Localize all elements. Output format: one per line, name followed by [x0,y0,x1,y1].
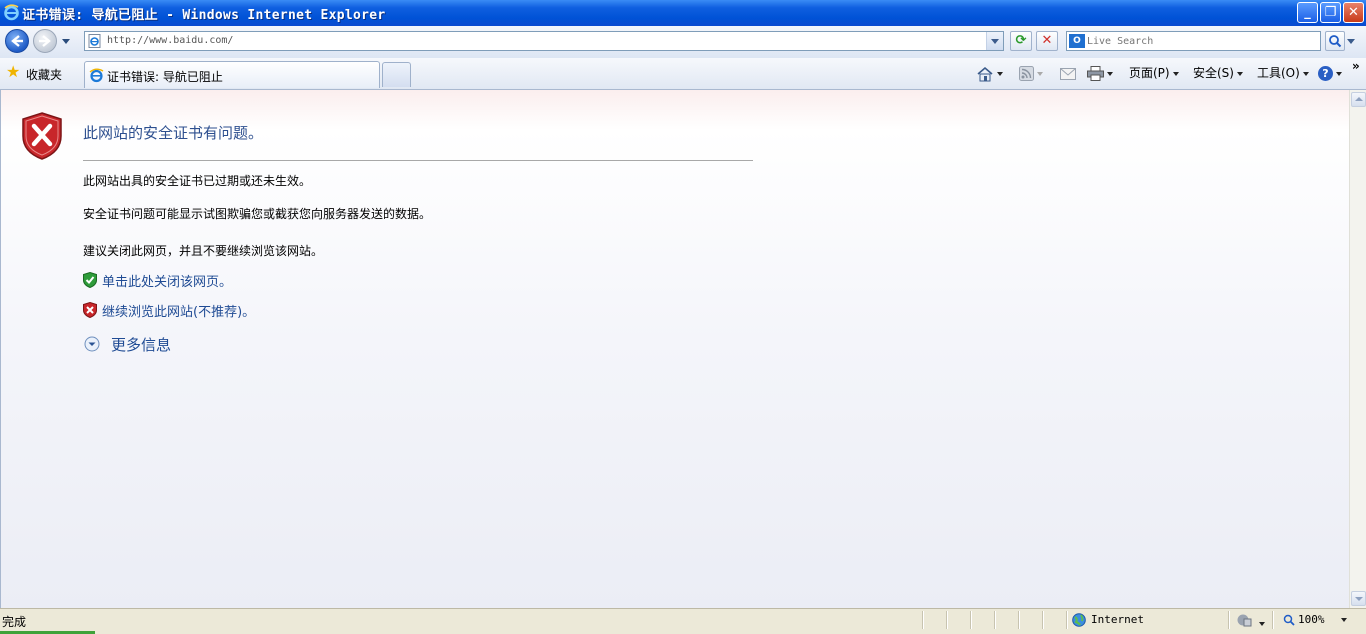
forward-arrow-icon [39,35,51,47]
search-input[interactable] [1087,33,1312,49]
safety-menu-label: 安全(S) [1193,66,1234,80]
close-button[interactable]: ✕ [1343,2,1364,23]
protected-mode-button[interactable] [1236,613,1265,630]
error-heading: 此网站的安全证书有问题。 [83,124,264,142]
status-text: 完成 [2,615,27,629]
address-url[interactable]: http://www.baidu.com/ [107,32,233,50]
refresh-button[interactable]: ⟳ [1010,31,1032,51]
feeds-button[interactable] [1019,64,1043,82]
tools-menu[interactable]: 工具(O) [1257,64,1309,82]
forward-button[interactable] [33,29,57,53]
search-options-dropdown[interactable] [1347,39,1355,44]
page-content: 此网站的安全证书有问题。 此网站出具的安全证书已过期或还未生效。 安全证书问题可… [0,90,1349,608]
page-menu[interactable]: 页面(P) [1129,64,1179,82]
help-menu[interactable]: ? [1318,64,1342,82]
scroll-down-arrow-icon[interactable] [1351,591,1366,606]
print-button[interactable] [1087,64,1113,82]
new-tab-button[interactable] [382,62,411,87]
magnifier-icon [1329,35,1342,48]
mail-icon [1060,67,1076,80]
restore-button[interactable]: ❐ [1320,2,1341,23]
cert-risk-text: 安全证书问题可能显示试图欺骗您或截获您向服务器发送的数据。 [83,207,432,221]
status-divider [1018,611,1020,629]
continue-browsing-link[interactable]: 继续浏览此网站(不推荐)。 [102,301,255,320]
scroll-up-arrow-icon[interactable] [1351,92,1366,107]
close-page-link[interactable]: 单击此处关闭该网页。 [102,271,232,290]
status-divider [1228,611,1230,629]
protected-mode-icon [1237,614,1252,627]
tools-menu-label: 工具(O) [1257,66,1300,80]
red-shield-x-icon [83,302,97,318]
read-mail-button[interactable] [1060,64,1076,82]
recommend-text: 建议关闭此网页，并且不要继续浏览该网站。 [83,244,324,258]
back-button[interactable] [5,29,29,53]
vertical-scrollbar[interactable] [1349,90,1366,608]
status-divider [1042,611,1044,629]
heading-divider [83,160,753,161]
error-shield-icon [22,112,62,160]
address-bar[interactable]: http://www.baidu.com/ [84,31,1004,51]
green-shield-check-icon [83,272,97,288]
security-zone-label: Internet [1091,613,1144,626]
status-divider [1272,611,1274,629]
cert-expired-text: 此网站出具的安全证书已过期或还未生效。 [83,174,312,188]
star-icon: ★ [6,62,21,81]
safety-menu[interactable]: 安全(S) [1193,64,1243,82]
zoom-level: 100% [1298,613,1325,626]
toolbar-overflow-chevron-icon[interactable]: » [1352,57,1360,75]
ie-tab-icon [89,68,104,83]
status-divider [946,611,948,629]
command-bar: ★ 收藏夹 证书错误: 导航已阻止 页面(P) 安全(S) 工具(O) ? » [0,58,1366,90]
help-icon: ? [1318,66,1333,81]
window-title: 证书错误: 导航已阻止 - Windows Internet Explorer [22,8,386,23]
expand-chevron-icon [84,336,100,352]
more-info-label[interactable]: 更多信息 [111,334,171,355]
rss-feed-icon [1019,66,1034,81]
home-button[interactable] [976,64,1003,82]
printer-icon [1087,66,1104,81]
status-divider [970,611,972,629]
minimize-button[interactable]: _ [1297,2,1318,23]
status-divider [922,611,924,629]
tab-title: 证书错误: 导航已阻止 [107,70,223,84]
navigation-bar: http://www.baidu.com/ ⟳ ✕ O [0,26,1366,58]
ie-logo-icon [4,4,19,21]
search-box[interactable]: O [1066,31,1321,51]
live-search-logo-icon: O [1069,34,1085,48]
home-icon [977,66,993,81]
globe-icon [1072,613,1086,627]
status-divider [1066,611,1068,629]
page-menu-label: 页面(P) [1129,66,1170,80]
recent-pages-dropdown[interactable] [62,39,70,44]
status-divider [994,611,996,629]
ie-page-icon [88,34,101,48]
address-dropdown[interactable] [986,32,1003,50]
tab-active[interactable]: 证书错误: 导航已阻止 [84,61,380,88]
back-arrow-icon [11,35,23,47]
search-button[interactable] [1325,31,1345,51]
favorites-label: 收藏夹 [26,68,63,82]
title-bar: 证书错误: 导航已阻止 - Windows Internet Explorer … [0,0,1366,26]
zoom-icon [1283,614,1295,626]
status-bar: 完成 Internet 100% [0,608,1366,634]
stop-button[interactable]: ✕ [1036,31,1058,51]
